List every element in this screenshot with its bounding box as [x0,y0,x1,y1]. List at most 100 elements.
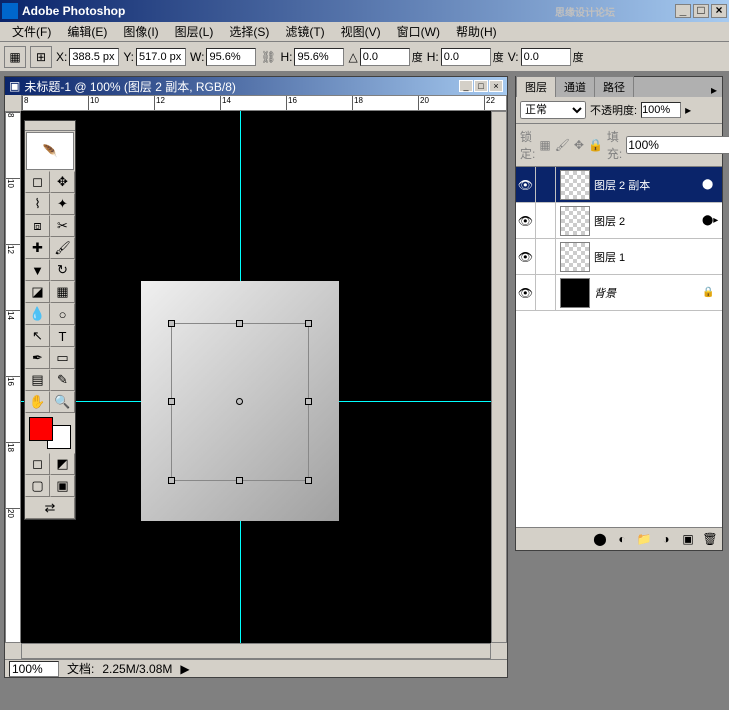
angle-input[interactable] [360,48,410,66]
fx-icon[interactable]: ⬤▸ [702,215,722,226]
status-arrow-icon[interactable]: ▶ [180,662,189,676]
scrollbar-vertical[interactable] [491,111,507,643]
layer-name[interactable]: 背景 [594,285,702,301]
lock-transparency-icon[interactable]: ▦ [539,138,550,152]
handle-se[interactable] [305,477,312,484]
minimize-button[interactable]: _ [675,4,691,18]
menu-help[interactable]: 帮助(H) [448,21,505,42]
marquee-tool[interactable]: ◻ [25,171,50,193]
new-set-button[interactable]: 📁 [634,530,654,548]
shape-tool[interactable]: ▭ [50,347,75,369]
menu-image[interactable]: 图像(I) [115,21,166,42]
jump-to-imageready[interactable]: ⇄ [25,497,75,519]
screen-mode-2[interactable]: ▣ [50,475,75,497]
eraser-tool[interactable]: ◪ [25,281,50,303]
layer-thumbnail[interactable] [560,278,590,308]
fill-input[interactable] [626,136,729,154]
new-layer-button[interactable]: ▣ [678,530,698,548]
standard-mode-button[interactable]: ◻ [25,453,50,475]
lock-paint-icon[interactable]: 🖌 [555,138,570,152]
handle-ne[interactable] [305,320,312,327]
foreground-color[interactable] [29,417,53,441]
history-brush-tool[interactable]: ↻ [50,259,75,281]
layer-mask-button[interactable]: ◐ [612,530,632,548]
link-column[interactable] [536,239,556,274]
panel-menu-icon[interactable]: ▸ [706,83,722,97]
brush-tool[interactable]: 🖌 [50,237,75,259]
handle-n[interactable] [236,320,243,327]
document-title-bar[interactable]: ▣ 未标题-1 @ 100% (图层 2 副本, RGB/8) _ □ × [5,77,507,95]
blend-mode-select[interactable]: 正常 [520,101,586,119]
lasso-tool[interactable]: ⌇ [25,193,50,215]
path-tool[interactable]: ↖ [25,325,50,347]
handle-nw[interactable] [168,320,175,327]
layer-row[interactable]: 👁 背景 🔒 [516,275,722,311]
visibility-icon[interactable]: 👁 [516,203,536,238]
menu-view[interactable]: 视图(V) [333,21,389,42]
screen-mode-1[interactable]: ▢ [25,475,50,497]
handle-sw[interactable] [168,477,175,484]
gradient-tool[interactable]: ▦ [50,281,75,303]
transform-box[interactable] [171,323,309,481]
w-input[interactable] [206,48,256,66]
tab-paths[interactable]: 路径 [594,76,634,97]
menu-select[interactable]: 选择(S) [221,21,277,42]
ruler-horizontal[interactable]: 8 10 12 14 16 18 20 22 [21,95,507,111]
layer-name[interactable]: 图层 2 副本 [594,177,702,193]
wand-tool[interactable]: ✦ [50,193,75,215]
x-input[interactable] [69,48,119,66]
opacity-input[interactable] [641,102,681,118]
doc-minimize-button[interactable]: _ [459,80,473,92]
transform-icon[interactable]: ▦ [4,46,26,68]
link-column[interactable] [536,167,556,202]
layer-row[interactable]: 👁 图层 2 ⬤▸ [516,203,722,239]
ruler-vertical[interactable]: 8 10 12 14 16 18 20 [5,111,21,643]
layer-name[interactable]: 图层 2 [594,213,702,229]
visibility-icon[interactable]: 👁 [516,167,536,202]
zoom-tool[interactable]: 🔍 [50,391,75,413]
opacity-arrow-icon[interactable]: ▸ [685,103,691,117]
hand-tool[interactable]: ✋ [25,391,50,413]
scrollbar-horizontal[interactable] [21,643,491,659]
layer-thumbnail[interactable] [560,170,590,200]
eyedropper-tool[interactable]: ✎ [50,369,75,391]
notes-tool[interactable]: ▤ [25,369,50,391]
vskew-input[interactable] [521,48,571,66]
menu-edit[interactable]: 编辑(E) [59,21,115,42]
handle-s[interactable] [236,477,243,484]
visibility-icon[interactable]: 👁 [516,275,536,310]
crop-tool[interactable]: ⧈ [25,215,50,237]
tab-layers[interactable]: 图层 [516,76,556,97]
menu-filter[interactable]: 滤镜(T) [277,21,332,42]
healing-tool[interactable]: ✚ [25,237,50,259]
canvas[interactable] [21,111,491,643]
stamp-tool[interactable]: ▼ [25,259,50,281]
quickmask-mode-button[interactable]: ◩ [50,453,75,475]
menu-layer[interactable]: 图层(L) [167,21,222,42]
delete-layer-button[interactable]: 🗑 [700,530,720,548]
reference-point-icon[interactable]: ⊞ [30,46,52,68]
h-input[interactable] [294,48,344,66]
layer-thumbnail[interactable] [560,242,590,272]
hskew-input[interactable] [441,48,491,66]
tools-grip[interactable] [25,121,75,131]
handle-center[interactable] [236,398,243,405]
link-icon[interactable]: ⛓ [260,49,276,65]
layer-style-button[interactable]: ⬤ [590,530,610,548]
zoom-input[interactable] [9,661,59,677]
adjustment-layer-button[interactable]: ◑ [656,530,676,548]
visibility-icon[interactable]: 👁 [516,239,536,274]
type-tool[interactable]: T [50,325,75,347]
fx-icon[interactable]: ⬤ [702,179,722,190]
maximize-button[interactable]: □ [693,4,709,18]
lock-all-icon[interactable]: 🔒 [588,138,603,152]
handle-w[interactable] [168,398,175,405]
link-column[interactable] [536,275,556,310]
doc-maximize-button[interactable]: □ [474,80,488,92]
doc-close-button[interactable]: × [489,80,503,92]
menu-file[interactable]: 文件(F) [4,21,59,42]
layer-name[interactable]: 图层 1 [594,249,722,265]
blur-tool[interactable]: 💧 [25,303,50,325]
layer-row[interactable]: 👁 图层 2 副本 ⬤ [516,167,722,203]
dodge-tool[interactable]: ○ [50,303,75,325]
